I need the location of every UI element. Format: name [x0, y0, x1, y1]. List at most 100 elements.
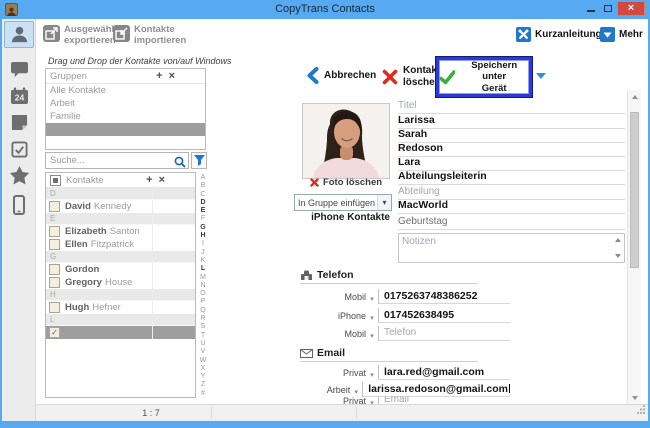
alphabet-letter[interactable]: T	[198, 332, 208, 340]
alphabet-letter[interactable]: D	[198, 199, 208, 207]
email-type-select[interactable]: Privat	[300, 368, 366, 378]
delete-photo-button[interactable]: Foto löschen	[306, 177, 386, 188]
alphabet-letter[interactable]: K	[198, 257, 208, 265]
sidebar-item-notes[interactable]	[8, 111, 30, 133]
birthday-field[interactable]: Geburtstag	[398, 215, 625, 230]
contact-checkbox[interactable]	[49, 201, 60, 212]
alphabet-letter[interactable]: P	[198, 298, 208, 306]
alphabet-letter[interactable]: A	[198, 174, 208, 182]
first-name-field[interactable]: Larissa	[398, 114, 625, 129]
alphabet-letter[interactable]: L	[198, 265, 208, 273]
alphabet-letter[interactable]: J	[198, 249, 208, 257]
contact-checkbox-checked[interactable]: ✓	[49, 327, 60, 338]
alphabet-letter[interactable]: M	[198, 274, 208, 282]
sidebar-item-contacts[interactable]	[8, 23, 30, 45]
phone-number-input[interactable]: 017452638495	[378, 308, 510, 323]
sidebar-item-tasks[interactable]	[8, 138, 30, 160]
group-item-work[interactable]: Arbeit	[46, 97, 205, 110]
last-name-field[interactable]: Redoson	[398, 142, 625, 157]
group-item-family[interactable]: Familie	[46, 110, 205, 123]
email-input[interactable]: lara.red@gmail.com	[378, 365, 510, 380]
alphabet-letter[interactable]: Q	[198, 307, 208, 315]
alphabet-letter[interactable]: B	[198, 182, 208, 190]
sidebar-item-favorites[interactable]	[8, 164, 30, 186]
alphabet-letter[interactable]: W	[198, 357, 208, 365]
alphabet-letter[interactable]: S	[198, 323, 208, 331]
company-field[interactable]: MacWorld	[398, 199, 625, 214]
export-selected-button[interactable]: Ausgewählte exportieren	[43, 25, 123, 47]
close-button[interactable]	[617, 1, 645, 16]
save-to-device-button[interactable]: Speichern unter Gerät	[436, 57, 532, 97]
minimize-button[interactable]	[583, 0, 599, 16]
department-field[interactable]: Abteilung	[398, 185, 625, 200]
scroll-up-button[interactable]	[628, 90, 642, 103]
alphabet-letter[interactable]: G	[198, 224, 208, 232]
sidebar-item-device[interactable]	[8, 194, 30, 216]
alphabet-letter[interactable]: Z	[198, 381, 208, 389]
import-contacts-button[interactable]: Kontakte importieren	[113, 25, 186, 47]
maximize-button[interactable]	[600, 0, 616, 16]
chevron-down-icon[interactable]	[366, 364, 378, 382]
contact-row[interactable]: Hugh Hefner	[46, 301, 195, 314]
filter-button[interactable]	[191, 152, 207, 169]
vertical-scrollbar[interactable]	[627, 90, 641, 404]
resize-grip[interactable]	[637, 401, 646, 419]
scroll-up-icon[interactable]	[615, 238, 621, 242]
phone-number-input[interactable]: Telefon	[378, 326, 510, 341]
alphabet-letter[interactable]: E	[198, 207, 208, 215]
add-to-group-select[interactable]: In Gruppe einfügen	[294, 194, 392, 211]
quick-guides-button[interactable]: Kurzanleitungen	[516, 27, 613, 42]
contact-row[interactable]: Gordon	[46, 263, 195, 276]
phone-type-select[interactable]: Mobil	[300, 329, 366, 339]
scroll-down-icon[interactable]	[615, 254, 621, 258]
phone-number-input[interactable]: 0175263748386252	[378, 289, 510, 304]
email-input[interactable]: larissa.redoson@gmail.com	[362, 382, 510, 397]
more-button[interactable]: Mehr	[600, 27, 643, 42]
contact-checkbox[interactable]	[49, 264, 60, 275]
contact-checkbox[interactable]	[49, 239, 60, 250]
group-item-selected-empty[interactable]	[46, 123, 205, 136]
alphabet-letter[interactable]: F	[198, 215, 208, 223]
phone-type-select[interactable]: Mobil	[300, 292, 366, 302]
chevron-down-icon[interactable]	[366, 307, 378, 325]
scrollbar-thumb[interactable]	[630, 112, 639, 268]
alphabet-letter[interactable]: N	[198, 282, 208, 290]
alphabet-letter[interactable]: H	[198, 232, 208, 240]
delete-contact-button[interactable]: Kontakt löschen	[382, 65, 441, 88]
contact-row-selected[interactable]: ✓	[46, 326, 195, 339]
contact-checkbox[interactable]	[49, 302, 60, 313]
sidebar-item-calendar[interactable]: 24	[8, 85, 30, 107]
title-field[interactable]: Titel	[398, 99, 625, 114]
remove-contact-button[interactable]: ×	[159, 174, 165, 186]
alphabet-letter[interactable]: U	[198, 340, 208, 348]
chevron-down-icon[interactable]	[366, 288, 378, 306]
middle-name-field[interactable]: Sarah	[398, 128, 625, 143]
sidebar-item-messages[interactable]	[8, 58, 30, 80]
contact-row[interactable]: David Kennedy	[46, 200, 195, 213]
search-icon[interactable]	[174, 155, 186, 173]
group-item-all[interactable]: Alle Kontakte	[46, 84, 205, 97]
contact-photo[interactable]	[302, 103, 390, 179]
alphabet-letter[interactable]: V	[198, 348, 208, 356]
add-contact-button[interactable]: +	[146, 174, 152, 186]
search-input[interactable]	[45, 152, 189, 169]
contact-checkbox[interactable]	[49, 226, 60, 237]
phone-type-select[interactable]: iPhone	[300, 311, 366, 321]
contact-row[interactable]: Elizabeth Santon	[46, 225, 195, 238]
contact-row[interactable]: Ellen Fitzpatrick	[46, 238, 195, 251]
alphabet-letter[interactable]: X	[198, 365, 208, 373]
alphabet-letter[interactable]: R	[198, 315, 208, 323]
cancel-button[interactable]: Abbrechen	[306, 67, 376, 84]
alphabet-letter[interactable]: C	[198, 191, 208, 199]
notes-textarea[interactable]: Notizen	[398, 233, 625, 263]
select-all-checkbox[interactable]	[50, 175, 61, 186]
alphabet-letter[interactable]: I	[198, 240, 208, 248]
contact-checkbox[interactable]	[49, 277, 60, 288]
titlebar[interactable]: CopyTrans Contacts	[0, 0, 650, 19]
email-type-select[interactable]: Arbeit	[300, 385, 350, 395]
chevron-down-icon[interactable]	[366, 325, 378, 343]
remove-group-button[interactable]: ×	[169, 70, 175, 82]
job-title-field[interactable]: Abteilungsleiterin	[398, 170, 625, 185]
alphabet-letter[interactable]: O	[198, 290, 208, 298]
nickname-field[interactable]: Lara	[398, 156, 625, 171]
